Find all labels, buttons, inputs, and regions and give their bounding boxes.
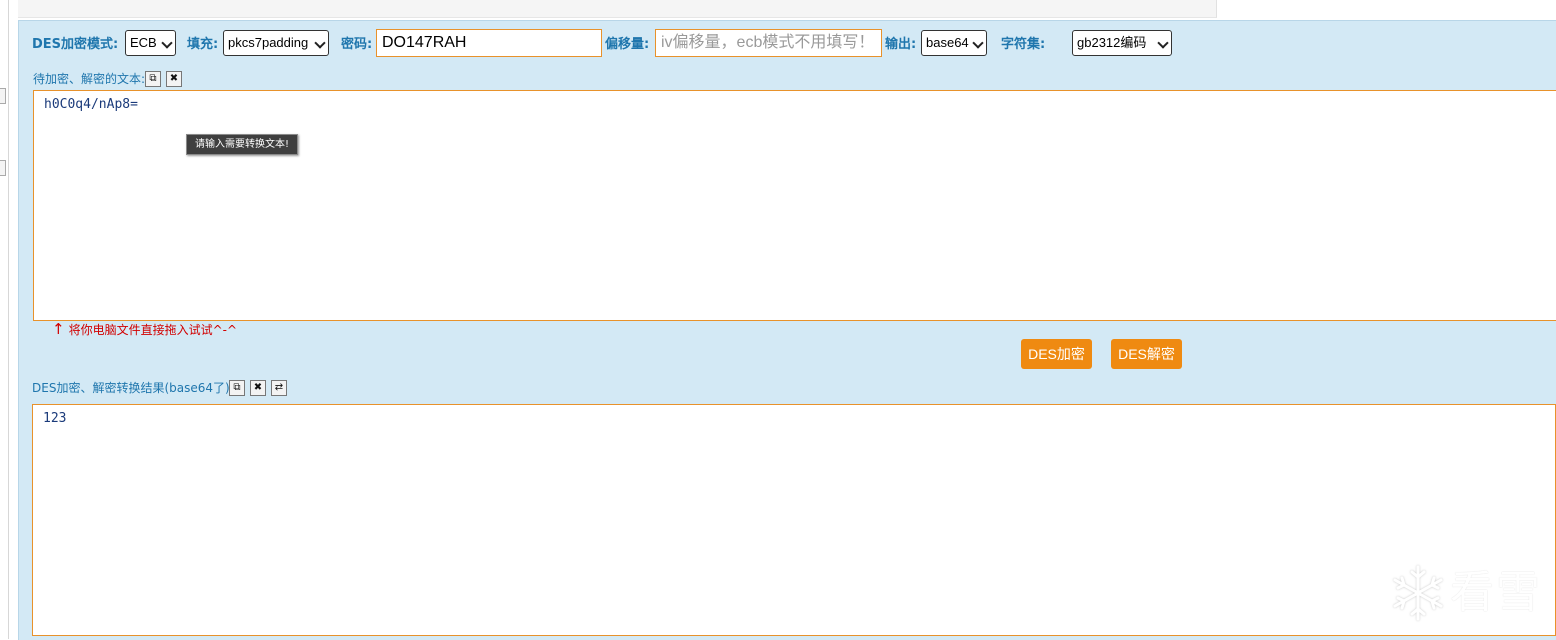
output-label: 输出: xyxy=(885,37,917,52)
copy-icon[interactable]: ⧉ xyxy=(229,380,245,396)
page-left-strip xyxy=(0,0,9,639)
charset-select-value: gb2312编码 xyxy=(1077,35,1147,50)
chevron-down-icon xyxy=(1157,37,1169,49)
mode-select[interactable]: ECB xyxy=(125,30,176,56)
padding-label: 填充: xyxy=(187,37,219,52)
drag-hint: ↑ 将你电脑文件直接拖入试试^-^ xyxy=(52,321,237,338)
output-textarea[interactable]: 123 xyxy=(32,404,1556,636)
top-bar xyxy=(18,0,1217,18)
iv-label: 偏移量: xyxy=(605,37,650,52)
close-icon[interactable]: ✖ xyxy=(166,71,182,87)
copy-icon[interactable]: ⧉ xyxy=(145,71,161,87)
chevron-down-icon xyxy=(161,37,173,49)
output-select[interactable]: base64 xyxy=(921,30,987,56)
arrow-up-icon: ↑ xyxy=(52,320,65,338)
iv-input[interactable]: iv偏移量，ecb模式不用填写！ xyxy=(655,29,882,57)
chevron-down-icon xyxy=(972,37,984,49)
charset-label: 字符集: xyxy=(1001,37,1046,52)
output-select-value: base64 xyxy=(926,35,969,50)
input-text-label: 待加密、解密的文本: xyxy=(33,72,146,86)
close-icon[interactable]: ✖ xyxy=(250,380,266,396)
des-decrypt-button[interactable]: DES解密 xyxy=(1111,339,1182,369)
snowflake-icon xyxy=(1393,565,1443,621)
watermark-text: 看雪 xyxy=(1450,567,1542,618)
padding-select[interactable]: pkcs7padding xyxy=(223,30,329,56)
swap-icon[interactable]: ⇄ xyxy=(271,380,287,396)
kanxue-watermark: 看雪 xyxy=(1390,563,1550,625)
key-label: 密码: xyxy=(341,37,373,52)
key-input[interactable]: DO147RAH xyxy=(376,29,602,57)
scroll-tick xyxy=(0,88,6,104)
output-text: 123 xyxy=(43,411,67,426)
drag-hint-text: 将你电脑文件直接拖入试试^-^ xyxy=(68,323,238,337)
padding-select-value: pkcs7padding xyxy=(228,35,309,50)
output-text-label: DES加密、解密转换结果(base64了): xyxy=(32,381,234,395)
scroll-tick xyxy=(0,160,6,176)
input-textarea[interactable]: h0C0q4/nAp8= xyxy=(33,90,1556,321)
input-text: h0C0q4/nAp8= xyxy=(44,97,138,112)
mode-select-value: ECB xyxy=(130,35,157,50)
mode-label: DES加密模式: xyxy=(32,37,119,52)
chevron-down-icon xyxy=(314,37,326,49)
input-tooltip: 请输入需要转换文本! xyxy=(186,134,299,155)
charset-select[interactable]: gb2312编码 xyxy=(1072,30,1172,56)
des-encrypt-button[interactable]: DES加密 xyxy=(1021,339,1092,369)
